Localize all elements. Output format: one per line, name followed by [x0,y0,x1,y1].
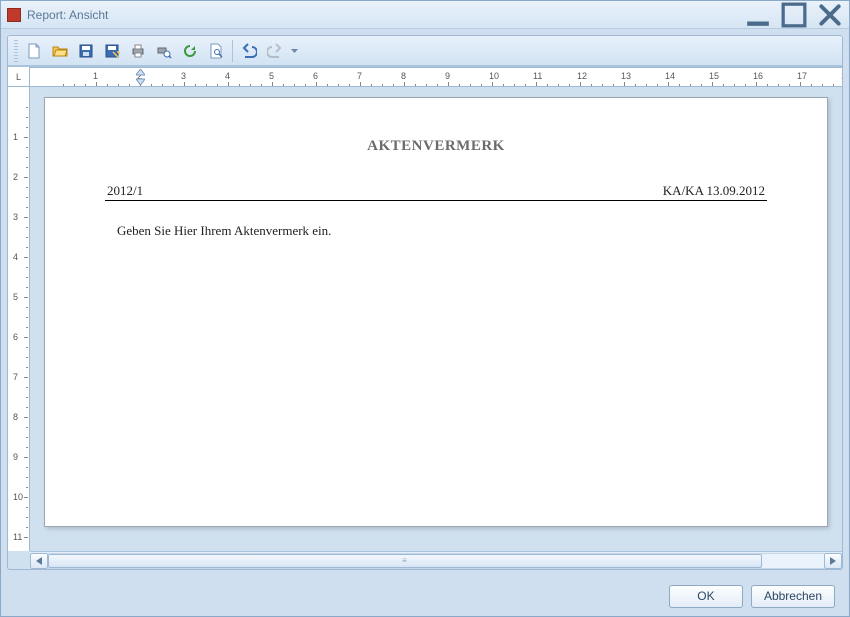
new-file-icon [26,43,42,59]
open-folder-icon [52,43,68,59]
ruler-h-number: 1 [93,71,98,81]
ruler-h-number: 10 [489,71,499,81]
ruler-corner[interactable]: L [8,67,30,87]
window-controls [745,7,843,23]
ruler-h-number: 3 [181,71,186,81]
ruler-v-number: 11 [13,532,22,542]
close-button[interactable] [817,7,843,23]
save-button[interactable] [74,39,98,63]
save-as-button[interactable] [100,39,124,63]
ruler-h-number: 18 [841,71,842,81]
ruler-row: L 123456789101112131415161718 [8,66,842,87]
vertical-ruler[interactable]: 1 2 3 4 5 6 7 8 9 10 11 [8,87,30,551]
ruler-v-number: 7 [13,372,18,382]
redo-icon [267,43,283,59]
document-ref-left: 2012/1 [107,183,143,199]
save-icon [78,43,94,59]
close-icon [817,2,843,28]
ruler-v-number: 8 [13,412,18,422]
chevron-down-icon [291,49,298,53]
ruler-h-number: 4 [225,71,230,81]
ruler-h-number: 8 [401,71,406,81]
minimize-button[interactable] [745,7,771,23]
refresh-icon [182,43,198,59]
window-title: Report: Ansicht [27,8,745,22]
undo-icon [241,43,257,59]
workspace: 1 2 3 4 5 6 7 8 9 10 11 AKTENVERMERK 2012/1 KA/KA … [8,87,842,551]
print-preview-button[interactable] [152,39,176,63]
ruler-h-number: 15 [709,71,719,81]
ok-button[interactable]: OK [669,585,743,608]
print-button[interactable] [126,39,150,63]
title-bar: Report: Ansicht [1,1,849,29]
ruler-v-number: 1 [13,132,18,142]
ruler-h-number: 2 [137,71,142,81]
ruler-h-number: 12 [577,71,587,81]
page-search-icon [208,43,224,59]
horizontal-scrollbar: ≡ [30,551,842,569]
undo-button[interactable] [237,39,261,63]
ruler-h-number: 6 [313,71,318,81]
redo-button[interactable] [263,39,287,63]
ruler-v-number: 4 [13,252,18,262]
toolbar-separator [232,40,233,62]
app-icon [7,8,21,22]
ruler-v-number: 10 [13,492,23,502]
document-page[interactable]: AKTENVERMERK 2012/1 KA/KA 13.09.2012 Geb… [44,97,828,527]
document-title: AKTENVERMERK [105,138,767,155]
document-header-line: 2012/1 KA/KA 13.09.2012 [105,183,767,201]
print-icon [130,43,146,59]
scroll-left-button[interactable] [30,553,48,569]
triangle-right-icon [830,557,836,565]
ruler-h-number: 7 [357,71,362,81]
ruler-v-number: 9 [13,452,18,462]
save-as-icon [104,43,120,59]
new-file-button[interactable] [22,39,46,63]
scroll-thumb[interactable]: ≡ [48,554,762,568]
maximize-icon [781,2,807,28]
editor-frame: L 123456789101112131415161718 1234567891… [7,35,843,570]
ruler-v-number: 3 [13,212,18,222]
ruler-h-number: 17 [797,71,807,81]
ruler-v-number: 6 [13,332,18,342]
print-preview-icon [156,43,172,59]
toolbar [8,36,842,66]
maximize-button[interactable] [781,7,807,23]
open-button[interactable] [48,39,72,63]
page-search-button[interactable] [204,39,228,63]
cancel-button[interactable]: Abbrechen [751,585,835,608]
app-window: Report: Ansicht [0,0,850,617]
ruler-h-number: 11 [533,71,542,81]
ruler-h-number: 9 [445,71,450,81]
document-body[interactable]: Geben Sie Hier Ihrem Aktenvermerk ein. [105,223,767,239]
ruler-h-number: 14 [665,71,675,81]
ruler-v-number: 2 [13,172,18,182]
toolbar-grip [14,40,18,62]
minimize-icon [745,2,771,28]
triangle-left-icon [36,557,42,565]
ruler-h-number: 13 [621,71,631,81]
horizontal-ruler[interactable]: 123456789101112131415161718 [30,67,842,87]
ruler-v-number: 5 [13,292,18,302]
ruler-h-number: 16 [753,71,763,81]
dialog-footer: OK Abbrechen [1,576,849,616]
refresh-button[interactable] [178,39,202,63]
redo-dropdown[interactable] [289,49,299,53]
document-ref-right: KA/KA 13.09.2012 [663,183,765,199]
scroll-track[interactable]: ≡ [48,553,824,569]
ruler-h-number: 5 [269,71,274,81]
scroll-right-button[interactable] [824,553,842,569]
document-viewport[interactable]: AKTENVERMERK 2012/1 KA/KA 13.09.2012 Geb… [30,87,842,551]
